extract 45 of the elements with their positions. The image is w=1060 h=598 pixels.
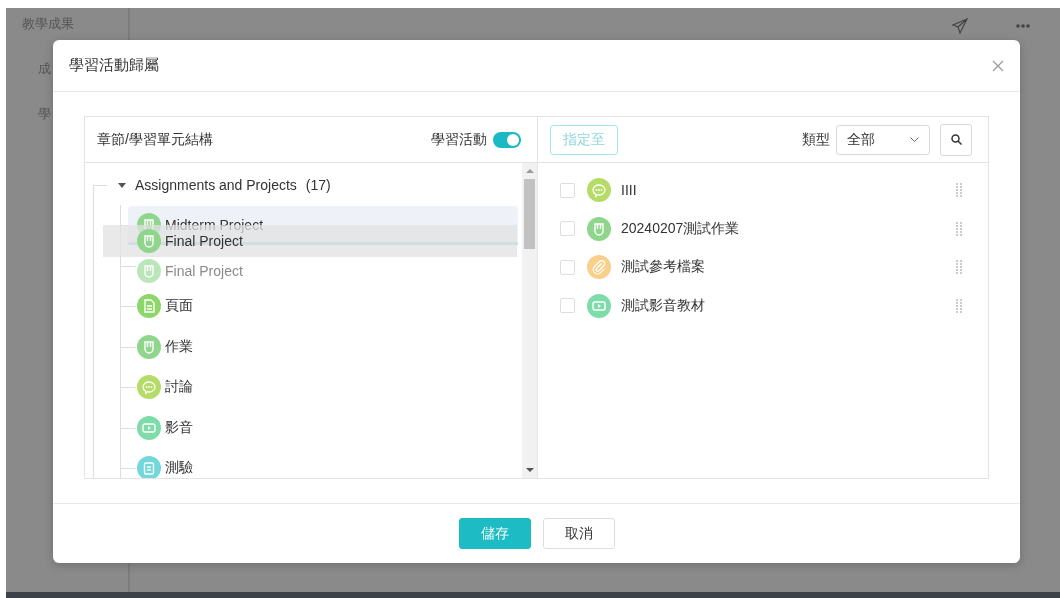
toggle-switch[interactable] <box>493 131 521 148</box>
drag-handle-icon[interactable] <box>956 221 962 236</box>
tree-item[interactable]: 測驗 <box>137 456 193 478</box>
dialog-title: 學習活動歸屬 <box>69 56 159 75</box>
scrollbar[interactable] <box>522 163 537 478</box>
checkbox[interactable] <box>560 221 575 237</box>
tree-item[interactable]: Final Project <box>137 258 243 283</box>
pencil-icon <box>587 216 611 241</box>
panel-heading: 章節/學習單元結構 <box>97 130 213 149</box>
search-button[interactable] <box>940 123 972 156</box>
checkbox[interactable] <box>560 182 575 198</box>
pencil-icon <box>137 229 161 253</box>
drag-handle-icon[interactable] <box>956 183 962 198</box>
paper-plane-icon[interactable] <box>952 18 968 34</box>
caret-icon[interactable] <box>118 182 126 188</box>
document-icon <box>137 294 161 319</box>
play-icon <box>587 293 611 318</box>
search-icon <box>950 134 962 145</box>
chat-bubble-icon <box>587 178 611 203</box>
paperclip-icon <box>587 255 611 280</box>
pencil-icon <box>137 258 161 283</box>
type-label: 類型 <box>802 130 830 149</box>
tree-item[interactable]: 討論 <box>137 375 193 400</box>
pencil-icon <box>137 334 161 359</box>
tree-root-item[interactable]: Assignments and Projects (17) <box>85 165 522 205</box>
activity-name: IIII <box>621 182 637 199</box>
chat-bubble-icon <box>137 375 161 400</box>
tree-item[interactable]: 作業 <box>137 334 193 359</box>
clipboard-icon <box>137 456 161 478</box>
play-icon <box>137 415 161 440</box>
tree-item[interactable]: 影音 <box>137 415 193 440</box>
close-icon[interactable] <box>992 59 1004 72</box>
type-select[interactable]: 全部 <box>836 124 930 155</box>
activity-name: 測試影音教材 <box>621 296 705 315</box>
tree-item[interactable]: 頁面 <box>137 294 193 319</box>
more-icon[interactable] <box>1016 24 1030 28</box>
toggle-label: 學習活動 <box>431 130 487 149</box>
activity-name: 20240207測試作業 <box>621 219 740 238</box>
cancel-button[interactable]: 取消 <box>542 518 615 549</box>
drag-handle-icon[interactable] <box>956 298 962 313</box>
checkbox[interactable] <box>560 259 575 275</box>
drag-handle-icon[interactable] <box>956 260 962 275</box>
activity-name: 測試參考檔案 <box>621 258 705 277</box>
chevron-icon <box>910 137 919 142</box>
checkbox[interactable] <box>560 298 575 314</box>
